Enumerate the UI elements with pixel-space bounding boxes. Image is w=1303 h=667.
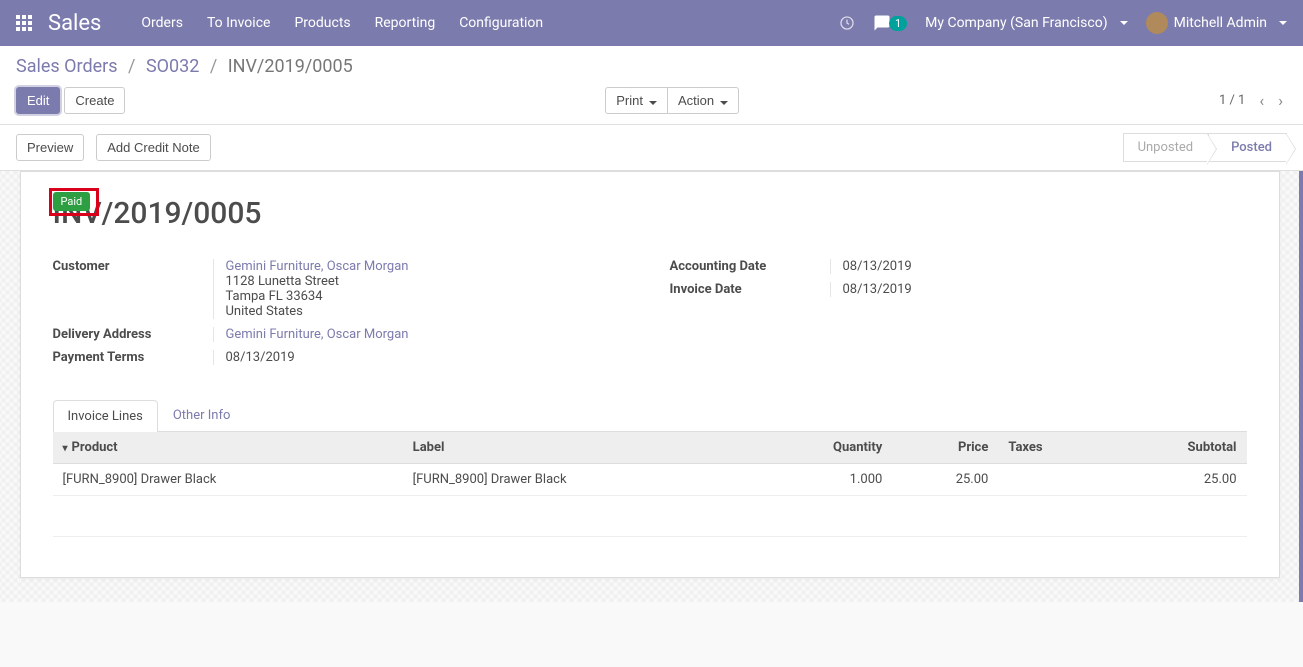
nav-right: 1 My Company (San Francisco) Mitchell Ad… <box>839 12 1287 34</box>
company-switcher[interactable]: My Company (San Francisco) <box>925 15 1127 31</box>
th-label[interactable]: Label <box>403 432 753 464</box>
value-customer: Gemini Furniture, Oscar Morgan 1128 Lune… <box>213 259 630 319</box>
menu-configuration[interactable]: Configuration <box>459 15 543 31</box>
add-credit-note-button[interactable]: Add Credit Note <box>96 134 211 161</box>
chat-count-badge: 1 <box>889 16 907 31</box>
content-area: Paid INV/2019/0005 Customer Gemini Furni… <box>0 171 1303 602</box>
top-nav: Sales Orders To Invoice Products Reporti… <box>0 0 1303 46</box>
delivery-address-link[interactable]: Gemini Furniture, Oscar Morgan <box>226 327 409 342</box>
main-menu: Orders To Invoice Products Reporting Con… <box>141 15 543 31</box>
menu-to-invoice[interactable]: To Invoice <box>207 15 271 31</box>
cell-taxes <box>998 464 1107 496</box>
footer-divider <box>53 536 1247 537</box>
value-payment-terms: 08/13/2019 <box>213 350 630 365</box>
breadcrumb-root[interactable]: Sales Orders <box>16 56 118 77</box>
print-dropdown[interactable]: Print <box>605 87 668 114</box>
customer-addr3: United States <box>226 304 303 319</box>
preview-button[interactable]: Preview <box>16 134 84 161</box>
messaging-icon[interactable]: 1 <box>873 14 907 32</box>
table-row[interactable]: [FURN_8900] Drawer Black [FURN_8900] Dra… <box>53 464 1247 496</box>
value-delivery-address: Gemini Furniture, Oscar Morgan <box>213 327 630 342</box>
customer-link[interactable]: Gemini Furniture, Oscar Morgan <box>226 259 409 274</box>
th-price[interactable]: Price <box>892 432 998 464</box>
center-actions: Print Action <box>605 87 739 114</box>
breadcrumb: Sales Orders / SO032 / INV/2019/0005 <box>16 56 1287 77</box>
invoice-lines-table: ▾Product Label Quantity Price Taxes Subt… <box>53 432 1247 496</box>
customer-addr1: 1128 Lunetta Street <box>226 274 340 289</box>
th-product[interactable]: ▾Product <box>53 432 403 464</box>
status-bar: Preview Add Credit Note Unposted Posted <box>0 125 1303 171</box>
breadcrumb-current: INV/2019/0005 <box>228 56 353 77</box>
menu-reporting[interactable]: Reporting <box>375 15 436 31</box>
menu-products[interactable]: Products <box>294 15 350 31</box>
value-accounting-date: 08/13/2019 <box>830 259 1247 274</box>
customer-addr2: Tampa FL 33634 <box>226 289 323 304</box>
breadcrumb-parent[interactable]: SO032 <box>146 56 199 77</box>
annotation-highlight <box>49 188 99 216</box>
edit-button[interactable]: Edit <box>16 87 60 114</box>
cell-price: 25.00 <box>892 464 998 496</box>
chevron-down-icon: ▾ <box>63 443 68 454</box>
label-accounting-date: Accounting Date <box>670 259 830 274</box>
label-delivery-address: Delivery Address <box>53 327 213 342</box>
avatar <box>1146 12 1168 34</box>
th-taxes[interactable]: Taxes <box>998 432 1107 464</box>
pager-count: 1 / 1 <box>1219 93 1245 108</box>
status-steps: Unposted Posted <box>1123 133 1287 162</box>
apps-icon[interactable] <box>8 7 40 39</box>
label-customer: Customer <box>53 259 213 274</box>
value-invoice-date: 08/13/2019 <box>830 282 1247 297</box>
label-payment-terms: Payment Terms <box>53 350 213 365</box>
pager: 1 / 1 ‹ › <box>1219 89 1287 112</box>
status-posted[interactable]: Posted <box>1208 133 1287 162</box>
create-button[interactable]: Create <box>64 87 125 114</box>
form-sheet: Paid INV/2019/0005 Customer Gemini Furni… <box>20 171 1280 578</box>
clock-icon[interactable] <box>839 15 855 31</box>
cell-product: [FURN_8900] Drawer Black <box>53 464 403 496</box>
user-menu[interactable]: Mitchell Admin <box>1146 12 1287 34</box>
brand[interactable]: Sales <box>48 11 101 36</box>
status-unposted[interactable]: Unposted <box>1123 133 1209 162</box>
th-quantity[interactable]: Quantity <box>753 432 893 464</box>
th-subtotal[interactable]: Subtotal <box>1108 432 1247 464</box>
pager-next[interactable]: › <box>1274 89 1287 112</box>
pager-prev[interactable]: ‹ <box>1255 89 1268 112</box>
cell-label: [FURN_8900] Drawer Black <box>403 464 753 496</box>
tab-invoice-lines[interactable]: Invoice Lines <box>53 400 158 432</box>
invoice-title: INV/2019/0005 <box>53 196 1247 231</box>
label-invoice-date: Invoice Date <box>670 282 830 297</box>
user-name: Mitchell Admin <box>1174 15 1267 31</box>
menu-orders[interactable]: Orders <box>141 15 183 31</box>
tabs: Invoice Lines Other Info <box>53 399 1247 432</box>
tab-other-info[interactable]: Other Info <box>158 399 246 431</box>
control-panel: Sales Orders / SO032 / INV/2019/0005 Edi… <box>0 46 1303 125</box>
cell-quantity: 1.000 <box>753 464 893 496</box>
cell-subtotal: 25.00 <box>1108 464 1247 496</box>
action-dropdown[interactable]: Action <box>667 87 739 114</box>
